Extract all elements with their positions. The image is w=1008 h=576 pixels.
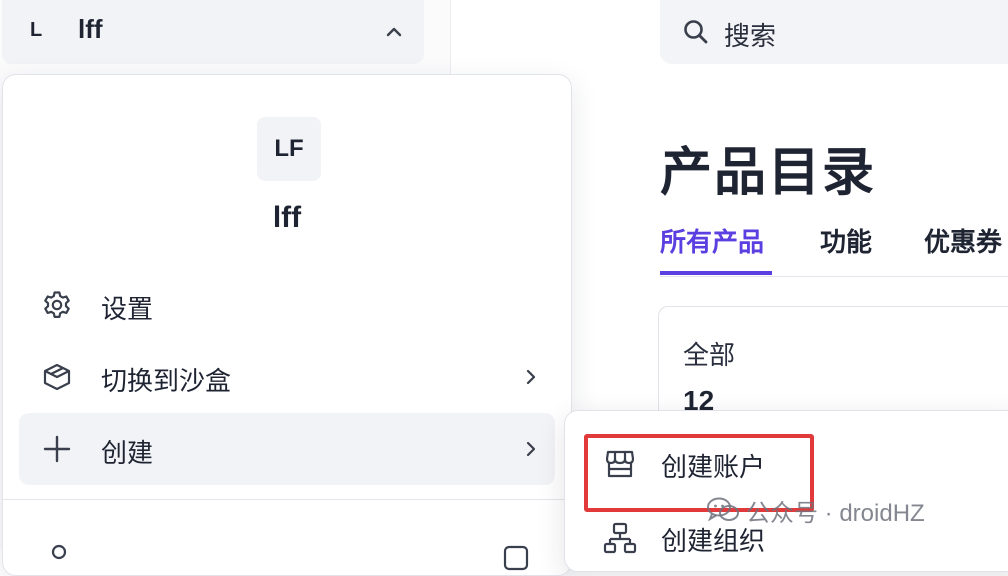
- user-icon: [51, 544, 67, 560]
- sandbox-box-icon: [43, 363, 71, 391]
- submenu-item-create-account[interactable]: 创建账户: [581, 433, 1008, 497]
- box-icon: [503, 545, 529, 571]
- active-tab-indicator: [660, 271, 772, 275]
- dropdown-account-name: lff: [272, 201, 302, 234]
- chevron-right-icon: [526, 441, 536, 457]
- menu-item-label: 切换到沙盒: [101, 366, 232, 396]
- product-tabs: 所有产品 功能 优惠券: [660, 220, 1008, 277]
- chevron-right-icon: [526, 369, 536, 385]
- storefront-icon: [605, 450, 635, 478]
- account-initial: L: [30, 19, 43, 41]
- menu-item-switch-sandbox[interactable]: 切换到沙盒: [19, 341, 555, 413]
- menu-item-settings[interactable]: 设置: [19, 269, 555, 341]
- submenu-item-label: 创建账户: [661, 452, 766, 482]
- plus-icon: [43, 435, 71, 463]
- gear-icon: [44, 291, 70, 318]
- page-title: 产品目录: [660, 144, 877, 202]
- avatar: LF: [257, 117, 321, 181]
- search-placeholder: 搜索: [724, 21, 777, 51]
- tab-features[interactable]: 功能: [820, 222, 872, 259]
- menu-item-label: 设置: [101, 294, 154, 324]
- tab-all-products[interactable]: 所有产品: [660, 222, 764, 259]
- menu-item-label: 创建: [101, 438, 154, 468]
- account-switcher[interactable]: L lff: [2, 0, 424, 64]
- chevron-up-icon[interactable]: [382, 20, 406, 44]
- dropdown-divider: [3, 499, 571, 500]
- tab-coupons[interactable]: 优惠券: [924, 222, 1002, 259]
- summary-label: 全部: [683, 340, 736, 370]
- create-submenu: 创建账户 创建组织: [564, 410, 1008, 572]
- dropdown-bottom-row[interactable]: [3, 527, 571, 571]
- wechat-logo-icon: [707, 497, 739, 522]
- search-input[interactable]: 搜索: [660, 0, 1008, 64]
- watermark-text: 公众号 · droidHZ: [746, 499, 925, 527]
- search-icon: [684, 20, 708, 44]
- account-name: lff: [78, 14, 103, 44]
- account-dropdown: LF lff 设置 切换到沙盒 创建: [2, 74, 572, 576]
- watermark: 公众号 · droidHZ: [706, 493, 925, 527]
- menu-item-create[interactable]: 创建: [19, 413, 555, 485]
